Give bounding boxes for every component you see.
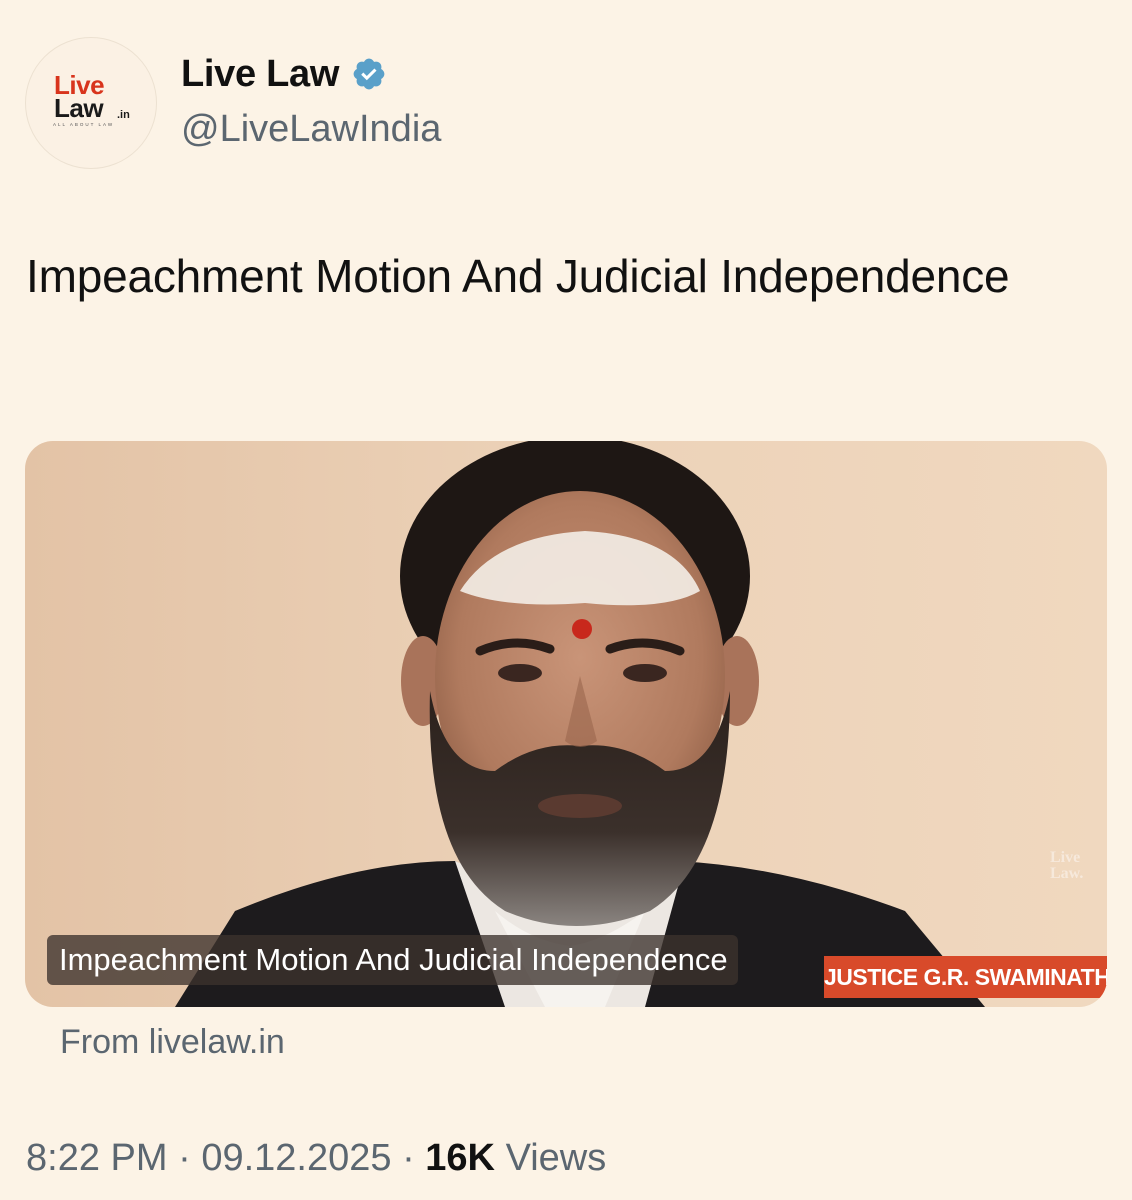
verified-badge-icon bbox=[353, 58, 385, 90]
card-name-plate: JUSTICE G.R. SWAMINATHAN bbox=[824, 956, 1107, 998]
display-name[interactable]: Live Law bbox=[181, 53, 339, 96]
card-image[interactable] bbox=[25, 441, 1107, 1007]
account-name-row[interactable]: Live Law bbox=[181, 52, 387, 96]
logo-text-domain: .in bbox=[117, 109, 130, 121]
link-card[interactable]: Live Law. Impeachment Motion And Judicia… bbox=[25, 441, 1107, 1007]
avatar[interactable]: Live Law .in ALL ABOUT LAW bbox=[25, 37, 157, 169]
card-title[interactable]: Impeachment Motion And Judicial Independ… bbox=[47, 935, 738, 985]
views-count[interactable]: 16K bbox=[425, 1137, 495, 1179]
tweet-date[interactable]: 09.12.2025 bbox=[201, 1137, 391, 1179]
tweet-meta: 8:22 PM · 09.12.2025 · 16K Views bbox=[26, 1137, 606, 1180]
meta-separator: · bbox=[178, 1137, 191, 1179]
logo-tagline: ALL ABOUT LAW bbox=[53, 122, 115, 127]
meta-separator: · bbox=[402, 1137, 415, 1179]
tweet-time[interactable]: 8:22 PM bbox=[26, 1137, 168, 1179]
card-source-link[interactable]: From livelaw.in bbox=[60, 1023, 285, 1062]
account-handle[interactable]: @LiveLawIndia bbox=[181, 108, 441, 151]
views-label: Views bbox=[505, 1137, 607, 1179]
logo-text-law: Law bbox=[54, 93, 104, 123]
tweet-text: Impeachment Motion And Judicial Independ… bbox=[26, 250, 1010, 302]
card-watermark: Live Law. bbox=[1050, 849, 1084, 882]
